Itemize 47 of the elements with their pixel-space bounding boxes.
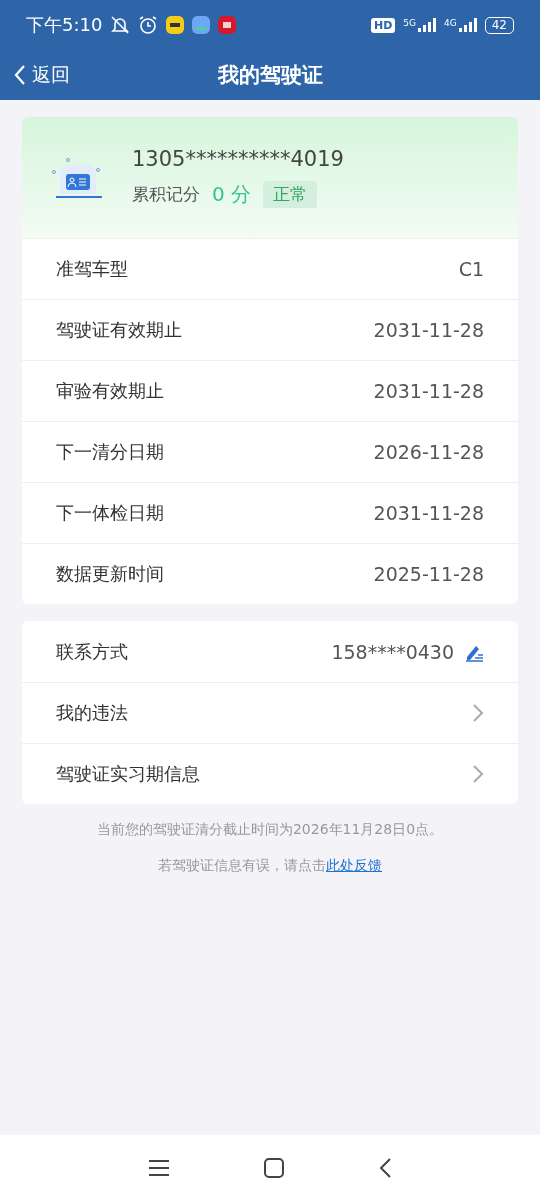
app-icon <box>192 16 211 34</box>
points-label: 累积记分 <box>132 183 200 206</box>
back-button[interactable]: 返回 <box>14 50 70 100</box>
network-label: 4G <box>444 18 457 28</box>
id-card-icon <box>52 155 104 200</box>
item-label: 驾驶证实习期信息 <box>56 762 201 786</box>
detail-value: 2031-11-28 <box>373 319 484 341</box>
detail-value: 2025-11-28 <box>373 563 484 585</box>
network-label: 5G <box>403 18 416 28</box>
feedback-link[interactable]: 此处反馈 <box>326 857 382 873</box>
detail-label: 数据更新时间 <box>56 562 165 586</box>
battery-level: 42 <box>484 16 514 34</box>
app-icon <box>218 16 237 34</box>
detail-label: 驾驶证有效期止 <box>56 318 183 342</box>
hd-badge: HD <box>370 17 396 33</box>
status-time: 下午5:10 <box>26 13 103 37</box>
app-icon <box>166 16 185 34</box>
notice-text: 当前您的驾驶证清分截止时间为2026年11月28日0点。 <box>95 821 445 839</box>
menu-icon[interactable] <box>149 1159 169 1176</box>
detail-value: 2031-11-28 <box>373 380 484 402</box>
points-value: 0 分 <box>212 181 252 208</box>
list-item[interactable]: 驾驶证实习期信息 <box>22 743 518 804</box>
detail-value: 2031-11-28 <box>373 502 484 524</box>
detail-label: 准驾车型 <box>56 257 129 281</box>
detail-label: 下一体检日期 <box>56 501 165 525</box>
chevron-right-icon <box>472 764 484 784</box>
detail-value: 2026-11-28 <box>373 441 484 463</box>
alarm-clock-icon <box>138 15 159 35</box>
list-item[interactable]: 我的违法 <box>22 682 518 743</box>
back-icon[interactable] <box>379 1157 391 1178</box>
detail-value: C1 <box>458 258 484 280</box>
chevron-left-icon <box>14 64 26 86</box>
feedback-text: 若驾驶证信息有误，请点击 <box>158 857 326 873</box>
home-icon[interactable] <box>264 1157 284 1178</box>
chevron-right-icon <box>472 703 484 723</box>
status-tag: 正常 <box>263 181 318 208</box>
list-item[interactable]: 联系方式 158****0430 <box>22 621 518 682</box>
license-number: 1305**********4019 <box>132 147 344 171</box>
phone-number: 158****0430 <box>331 640 454 663</box>
page-title: 我的驾驶证 <box>217 62 323 89</box>
detail-label: 审验有效期止 <box>56 379 165 403</box>
detail-label: 下一清分日期 <box>56 440 165 464</box>
item-label: 我的违法 <box>56 701 129 725</box>
signal-icon <box>418 18 436 32</box>
muted-bell-icon <box>110 15 131 35</box>
signal-icon <box>458 18 477 32</box>
item-label: 联系方式 <box>56 639 129 664</box>
